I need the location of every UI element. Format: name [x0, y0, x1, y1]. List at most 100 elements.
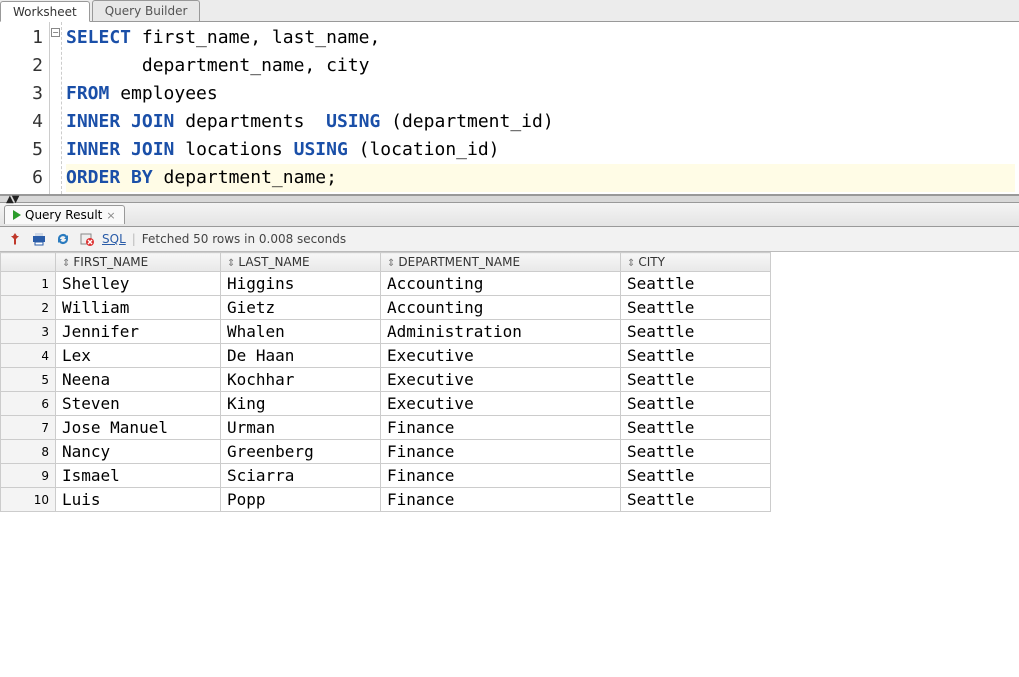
cell-department-name[interactable]: Accounting [381, 296, 621, 320]
cell-city[interactable]: Seattle [621, 368, 771, 392]
editor-tab-bar: Worksheet Query Builder [0, 0, 1019, 22]
code-text[interactable]: SELECT first_name, last_name, department… [62, 22, 1019, 194]
cell-department-name[interactable]: Finance [381, 440, 621, 464]
cell-last-name[interactable]: King [221, 392, 381, 416]
cell-department-name[interactable]: Finance [381, 488, 621, 512]
cell-last-name[interactable]: Higgins [221, 272, 381, 296]
sql-editor[interactable]: 123456 − SELECT first_name, last_name, d… [0, 22, 1019, 195]
table-row[interactable]: 9IsmaelSciarraFinanceSeattle [1, 464, 771, 488]
cell-department-name[interactable]: Executive [381, 368, 621, 392]
rownum-cell: 5 [1, 368, 56, 392]
cell-first-name[interactable]: Ismael [56, 464, 221, 488]
pane-splitter[interactable]: ▲▼ [0, 195, 1019, 203]
rownum-cell: 9 [1, 464, 56, 488]
rownum-cell: 6 [1, 392, 56, 416]
sql-link[interactable]: SQL [102, 232, 126, 246]
fetch-status: Fetched 50 rows in 0.008 seconds [142, 232, 346, 246]
fold-column: − [50, 22, 62, 194]
code-line[interactable]: department_name, city [66, 52, 1015, 80]
cell-department-name[interactable]: Accounting [381, 272, 621, 296]
result-tab-bar: Query Result × [0, 203, 1019, 227]
print-icon[interactable] [30, 230, 48, 248]
table-row[interactable]: 2WilliamGietzAccountingSeattle [1, 296, 771, 320]
cell-first-name[interactable]: Jennifer [56, 320, 221, 344]
cell-city[interactable]: Seattle [621, 416, 771, 440]
col-header-last-name[interactable]: ⇕LAST_NAME [221, 253, 381, 272]
code-line[interactable]: ORDER BY department_name; [66, 164, 1015, 192]
result-grid[interactable]: ⇕FIRST_NAME ⇕LAST_NAME ⇕DEPARTMENT_NAME … [0, 252, 771, 512]
cell-first-name[interactable]: Neena [56, 368, 221, 392]
code-line[interactable]: SELECT first_name, last_name, [66, 24, 1015, 52]
cell-city[interactable]: Seattle [621, 296, 771, 320]
rownum-cell: 2 [1, 296, 56, 320]
table-row[interactable]: 4LexDe HaanExecutiveSeattle [1, 344, 771, 368]
tab-worksheet[interactable]: Worksheet [0, 1, 90, 22]
cell-department-name[interactable]: Executive [381, 392, 621, 416]
cell-department-name[interactable]: Administration [381, 320, 621, 344]
close-icon[interactable]: × [106, 209, 115, 222]
cell-department-name[interactable]: Finance [381, 464, 621, 488]
cell-department-name[interactable]: Finance [381, 416, 621, 440]
cell-last-name[interactable]: Kochhar [221, 368, 381, 392]
rownum-cell: 4 [1, 344, 56, 368]
rownum-cell: 7 [1, 416, 56, 440]
cell-last-name[interactable]: Greenberg [221, 440, 381, 464]
cell-first-name[interactable]: Jose Manuel [56, 416, 221, 440]
col-header-first-name[interactable]: ⇕FIRST_NAME [56, 253, 221, 272]
result-tab-label: Query Result [25, 208, 102, 222]
table-row[interactable]: 6StevenKingExecutiveSeattle [1, 392, 771, 416]
table-row[interactable]: 7Jose ManuelUrmanFinanceSeattle [1, 416, 771, 440]
table-row[interactable]: 5NeenaKochharExecutiveSeattle [1, 368, 771, 392]
toolbar-separator: | [132, 232, 136, 246]
cell-first-name[interactable]: William [56, 296, 221, 320]
line-number-gutter: 123456 [0, 22, 50, 194]
col-header-city[interactable]: ⇕CITY [621, 253, 771, 272]
cell-department-name[interactable]: Executive [381, 344, 621, 368]
col-header-department-name[interactable]: ⇕DEPARTMENT_NAME [381, 253, 621, 272]
clear-results-icon[interactable] [78, 230, 96, 248]
cell-last-name[interactable]: Sciarra [221, 464, 381, 488]
rownum-cell: 8 [1, 440, 56, 464]
cell-last-name[interactable]: Urman [221, 416, 381, 440]
cell-last-name[interactable]: Popp [221, 488, 381, 512]
fold-collapse-icon[interactable]: − [51, 28, 60, 37]
cell-last-name[interactable]: Gietz [221, 296, 381, 320]
cell-city[interactable]: Seattle [621, 320, 771, 344]
cell-first-name[interactable]: Nancy [56, 440, 221, 464]
cell-city[interactable]: Seattle [621, 344, 771, 368]
table-row[interactable]: 10LuisPoppFinanceSeattle [1, 488, 771, 512]
cell-first-name[interactable]: Steven [56, 392, 221, 416]
refresh-icon[interactable] [54, 230, 72, 248]
pin-icon[interactable] [6, 230, 24, 248]
cell-first-name[interactable]: Shelley [56, 272, 221, 296]
sort-icon: ⇕ [387, 258, 395, 269]
result-toolbar: SQL | Fetched 50 rows in 0.008 seconds [0, 227, 1019, 252]
cell-last-name[interactable]: De Haan [221, 344, 381, 368]
rownum-header[interactable] [1, 253, 56, 272]
rownum-cell: 10 [1, 488, 56, 512]
table-row[interactable]: 3JenniferWhalenAdministrationSeattle [1, 320, 771, 344]
cell-city[interactable]: Seattle [621, 440, 771, 464]
cell-last-name[interactable]: Whalen [221, 320, 381, 344]
sort-icon: ⇕ [627, 258, 635, 269]
code-line[interactable]: INNER JOIN locations USING (location_id) [66, 136, 1015, 164]
tab-query-result[interactable]: Query Result × [4, 205, 125, 224]
code-line[interactable]: FROM employees [66, 80, 1015, 108]
tab-query-builder[interactable]: Query Builder [92, 0, 201, 21]
run-result-icon [13, 210, 21, 220]
cell-city[interactable]: Seattle [621, 272, 771, 296]
cell-city[interactable]: Seattle [621, 392, 771, 416]
cell-city[interactable]: Seattle [621, 464, 771, 488]
cell-first-name[interactable]: Lex [56, 344, 221, 368]
splitter-arrows-icon: ▲▼ [6, 194, 17, 205]
cell-city[interactable]: Seattle [621, 488, 771, 512]
sort-icon: ⇕ [227, 258, 235, 269]
table-row[interactable]: 1ShelleyHigginsAccountingSeattle [1, 272, 771, 296]
result-grid-wrap[interactable]: ⇕FIRST_NAME ⇕LAST_NAME ⇕DEPARTMENT_NAME … [0, 252, 1019, 512]
rownum-cell: 3 [1, 320, 56, 344]
cell-first-name[interactable]: Luis [56, 488, 221, 512]
rownum-cell: 1 [1, 272, 56, 296]
table-row[interactable]: 8NancyGreenbergFinanceSeattle [1, 440, 771, 464]
code-line[interactable]: INNER JOIN departments USING (department… [66, 108, 1015, 136]
sort-icon: ⇕ [62, 258, 70, 269]
